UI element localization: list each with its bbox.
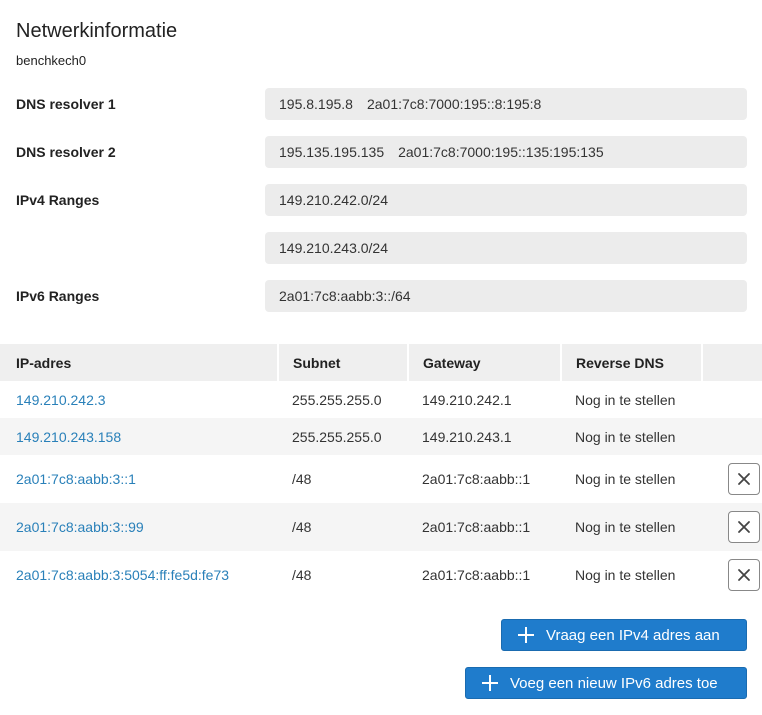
dns-resolver-1-ipv6: 2a01:7c8:7000:195::8:195:8 bbox=[366, 96, 542, 112]
table-header-row: IP-adres Subnet Gateway Reverse DNS bbox=[0, 344, 762, 381]
ipv6-range-value: 2a01:7c8:aabb:3::/64 bbox=[265, 280, 747, 312]
plus-icon bbox=[518, 627, 534, 643]
gateway-cell: 149.210.242.1 bbox=[422, 391, 512, 408]
close-icon bbox=[738, 569, 750, 581]
ip-address-link[interactable]: 2a01:7c8:aabb:3:5054:ff:fe5d:fe73 bbox=[16, 567, 229, 583]
column-header-subnet: Subnet bbox=[278, 344, 409, 381]
ip-address-link[interactable]: 2a01:7c8:aabb:3::99 bbox=[16, 519, 144, 535]
reverse-dns-cell: Nog in te stellen bbox=[561, 418, 702, 455]
delete-ip-button[interactable] bbox=[728, 463, 760, 495]
add-ipv6-label: Voeg een nieuw IPv6 adres toe bbox=[510, 674, 718, 692]
subnet-cell: 255.255.255.0 bbox=[278, 418, 408, 455]
table-row: 2a01:7c8:aabb:3:5054:ff:fe5d:fe73 /48 2a… bbox=[0, 551, 762, 599]
table-row: 149.210.242.3 255.255.255.0 149.210.242.… bbox=[0, 381, 762, 418]
ip-address-table: IP-adres Subnet Gateway Reverse DNS 149.… bbox=[0, 344, 762, 599]
reverse-dns-cell: Nog in te stellen bbox=[575, 567, 676, 583]
dns-resolver-1-value: 195.8.195.8 2a01:7c8:7000:195::8:195:8 bbox=[265, 88, 747, 120]
ipv4-ranges-label: IPv4 Ranges bbox=[16, 192, 100, 208]
reverse-dns-cell: Nog in te stellen bbox=[575, 471, 676, 487]
close-icon bbox=[738, 521, 750, 533]
subnet-cell: /48 bbox=[278, 503, 408, 551]
reverse-dns-cell: Nog in te stellen bbox=[575, 391, 676, 408]
dns-resolver-1-ipv4: 195.8.195.8 bbox=[279, 96, 353, 112]
gateway-cell: 2a01:7c8:aabb::1 bbox=[422, 567, 531, 583]
section-title: Netwerkinformatie bbox=[16, 20, 178, 42]
subnet-cell: /48 bbox=[292, 567, 312, 583]
table-row: 2a01:7c8:aabb:3::1 /48 2a01:7c8:aabb::1 … bbox=[0, 455, 762, 503]
table-row: 2a01:7c8:aabb:3::99 /48 2a01:7c8:aabb::1… bbox=[0, 503, 762, 551]
ip-address-link[interactable]: 2a01:7c8:aabb:3::1 bbox=[16, 471, 136, 487]
dns-resolver-2-value: 195.135.195.135 2a01:7c8:7000:195::135:19… bbox=[265, 136, 747, 168]
column-header-reverse-dns: Reverse DNS bbox=[561, 344, 703, 381]
add-ipv6-button[interactable]: Voeg een nieuw IPv6 adres toe bbox=[465, 667, 747, 699]
gateway-cell: 2a01:7c8:aabb::1 bbox=[422, 471, 531, 487]
gateway-cell: 2a01:7c8:aabb::1 bbox=[408, 503, 561, 551]
dns-resolver-2-ipv6: 2a01:7c8:7000:195::135:195:135 bbox=[398, 144, 604, 160]
request-ipv4-button[interactable]: Vraag een IPv4 adres aan bbox=[501, 619, 747, 651]
hostname: benchkech0 bbox=[16, 53, 87, 68]
delete-ip-button[interactable] bbox=[728, 559, 760, 591]
ip-address-link[interactable]: 149.210.242.3 bbox=[16, 392, 106, 408]
gateway-cell: 149.210.243.1 bbox=[408, 418, 561, 455]
ipv4-range-value: 149.210.242.0/24 bbox=[265, 184, 747, 216]
subnet-cell: 255.255.255.0 bbox=[292, 391, 382, 408]
close-icon bbox=[738, 473, 750, 485]
ipv6-ranges-label: IPv6 Ranges bbox=[16, 288, 100, 304]
dns-resolver-2-ipv4: 195.135.195.135 bbox=[279, 144, 385, 160]
table-row: 149.210.243.158 255.255.255.0 149.210.24… bbox=[0, 418, 762, 455]
dns-resolver-1-label: DNS resolver 1 bbox=[16, 96, 116, 112]
ip-address-link[interactable]: 149.210.243.158 bbox=[16, 429, 121, 445]
dns-resolver-2-label: DNS resolver 2 bbox=[16, 144, 116, 160]
subnet-cell: /48 bbox=[292, 471, 312, 487]
column-header-ip: IP-adres bbox=[0, 344, 279, 381]
reverse-dns-cell: Nog in te stellen bbox=[561, 503, 702, 551]
ipv4-range-value: 149.210.243.0/24 bbox=[265, 232, 747, 264]
delete-ip-button[interactable] bbox=[728, 511, 760, 543]
column-header-gateway: Gateway bbox=[408, 344, 562, 381]
request-ipv4-label: Vraag een IPv4 adres aan bbox=[546, 626, 720, 644]
column-header-actions bbox=[702, 344, 762, 381]
plus-icon bbox=[482, 675, 498, 691]
